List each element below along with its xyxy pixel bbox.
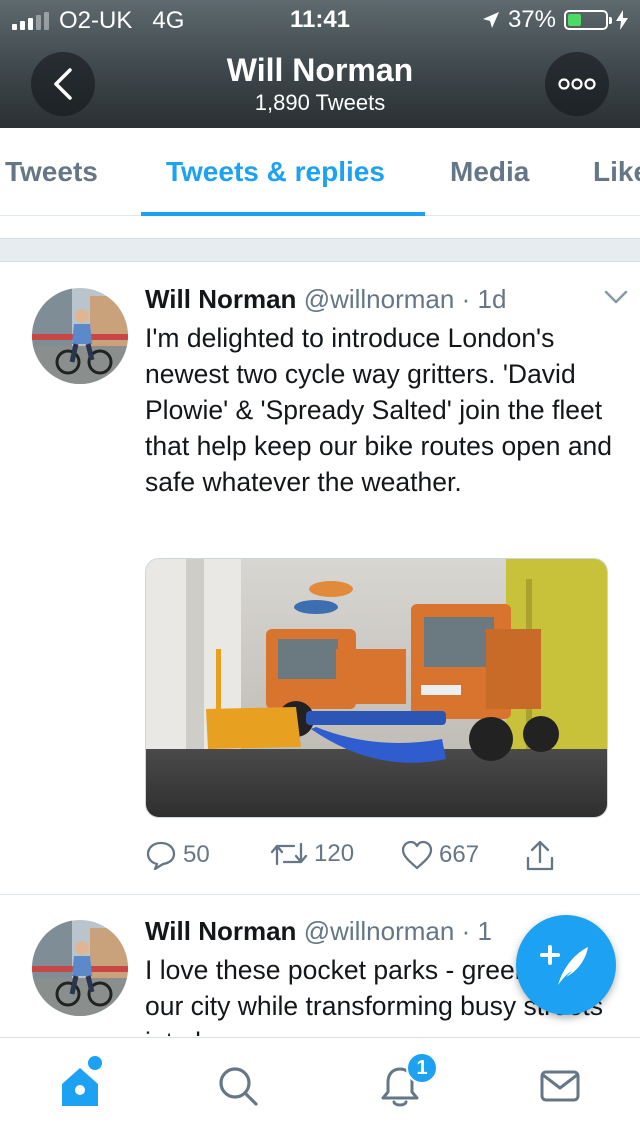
tab-tweets-replies[interactable]: Tweets & replies: [166, 156, 385, 188]
author-handle[interactable]: @willnorman: [304, 284, 455, 314]
battery-percent: 37%: [507, 6, 556, 33]
active-tab-indicator: [141, 212, 425, 216]
avatar[interactable]: [32, 920, 128, 1016]
tab-likes[interactable]: Likes: [593, 156, 640, 188]
messages-icon: [540, 1070, 580, 1102]
bottom-navigation: 1: [0, 1037, 640, 1136]
battery-icon: [564, 10, 612, 30]
tweet-actions: 50 120 667: [145, 840, 585, 880]
profile-header: O2-UK 4G 11:41 37% Will Norman 1,890 Twe…: [0, 0, 640, 128]
more-button[interactable]: [545, 52, 609, 116]
share-button[interactable]: [525, 840, 555, 872]
tweet-count: 1,890 Tweets: [254, 90, 386, 115]
reply-button[interactable]: 50: [145, 840, 210, 870]
timestamp: 1: [477, 916, 492, 946]
home-unread-dot: [88, 1056, 102, 1070]
like-icon: [401, 840, 433, 870]
compose-icon: [540, 945, 588, 985]
retweet-button[interactable]: 120: [270, 840, 354, 868]
reply-count: 50: [183, 841, 210, 868]
notifications-badge: 1: [406, 1052, 438, 1084]
author-name[interactable]: Will Norman: [145, 284, 296, 314]
nav-search[interactable]: [212, 1060, 264, 1112]
share-icon: [526, 840, 554, 871]
tweet-text: I'm delighted to introduce London's newe…: [145, 323, 613, 497]
tab-media[interactable]: Media: [450, 156, 529, 188]
charging-bolt-icon: [616, 10, 628, 30]
like-button[interactable]: 667: [401, 840, 479, 870]
tab-tweets[interactable]: Tweets: [5, 156, 98, 188]
avatar[interactable]: [32, 288, 128, 384]
status-bar: O2-UK 4G 11:41 37%: [0, 0, 640, 40]
author-name[interactable]: Will Norman: [145, 916, 296, 946]
more-icon: [558, 78, 596, 90]
timestamp: 1d: [477, 284, 507, 314]
section-divider: [0, 238, 640, 262]
caret-down-icon[interactable]: [604, 290, 628, 304]
nav-messages[interactable]: [534, 1060, 586, 1112]
separator: ·: [461, 916, 471, 946]
tweet[interactable]: Will Norman @willnorman · 1d I'm delight…: [0, 262, 640, 895]
location-arrow-icon: [482, 12, 499, 28]
like-count: 667: [439, 841, 480, 868]
home-icon: [62, 1068, 98, 1106]
profile-tabs: Tweets Tweets & replies Media Likes: [0, 128, 640, 216]
retweet-count: 120: [314, 840, 355, 867]
compose-tweet-button[interactable]: [516, 915, 616, 1015]
tweet-header: Will Norman @willnorman · 1d: [145, 284, 620, 318]
profile-name: Will Norman: [226, 52, 414, 88]
tweet-media-image[interactable]: [145, 558, 608, 818]
separator: ·: [461, 284, 471, 314]
reply-icon: [146, 841, 176, 870]
author-handle[interactable]: @willnorman: [304, 916, 455, 946]
search-icon: [219, 1067, 258, 1106]
retweet-icon: [270, 842, 308, 866]
